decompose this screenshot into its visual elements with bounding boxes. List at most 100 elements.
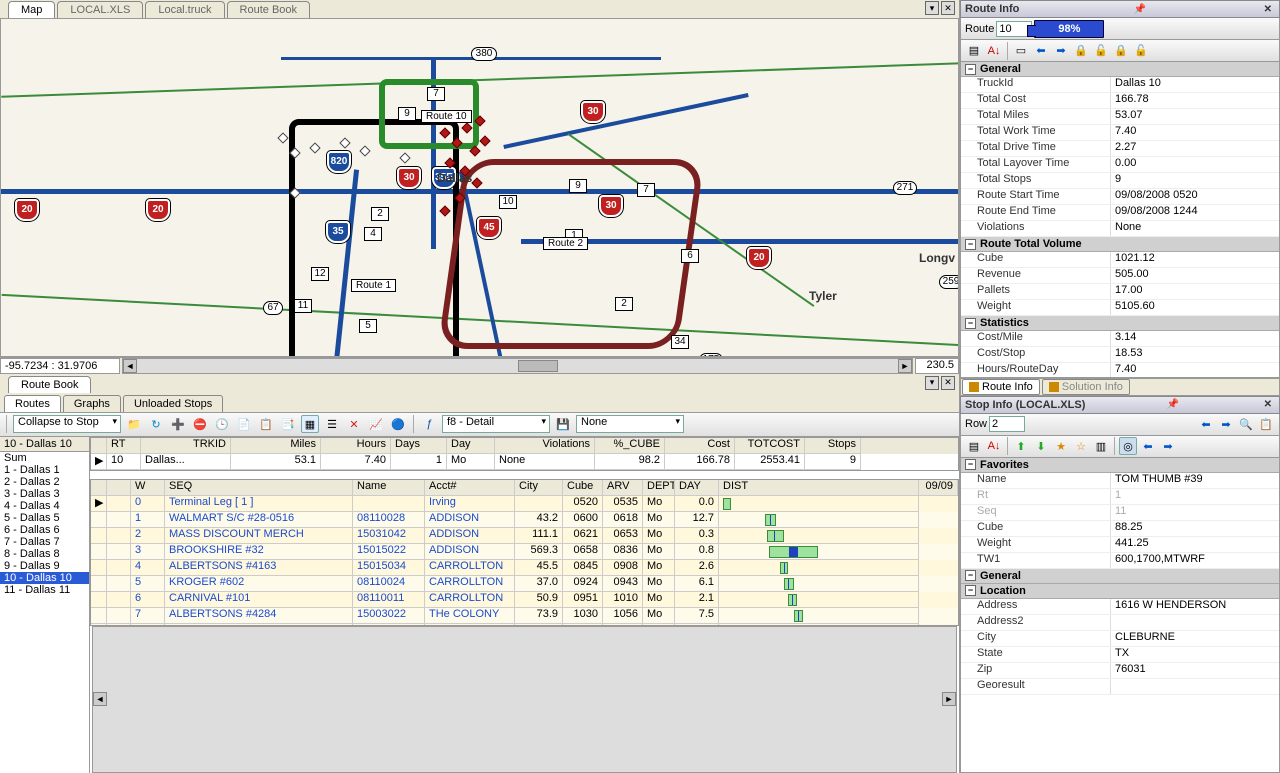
down-icon[interactable]: ⬇ bbox=[1032, 437, 1050, 455]
prop-row[interactable]: Weight441.25 bbox=[961, 537, 1279, 553]
prop-row[interactable]: Total Miles53.07 bbox=[961, 109, 1279, 125]
tab-route-info[interactable]: Route Info bbox=[962, 379, 1040, 395]
report-icon[interactable]: 📑 bbox=[279, 415, 297, 433]
prop-row[interactable]: ViolationsNone bbox=[961, 221, 1279, 237]
table-row[interactable]: 1WALMART S/C #28-051608110028ADDISON43.2… bbox=[91, 512, 958, 528]
prop-section[interactable]: −General bbox=[961, 569, 1279, 584]
route-list-item[interactable]: 4 - Dallas 4 bbox=[0, 500, 89, 512]
prop-row[interactable]: TruckIdDallas 10 bbox=[961, 77, 1279, 93]
remove-icon[interactable]: ⛔ bbox=[191, 415, 209, 433]
sort-icon[interactable]: A↓ bbox=[985, 437, 1003, 455]
pin-icon[interactable]: 📌 bbox=[1164, 399, 1182, 410]
col-header[interactable] bbox=[91, 438, 107, 454]
stop-marker[interactable]: 10 bbox=[499, 195, 517, 209]
prop-section[interactable]: −Favorites bbox=[961, 458, 1279, 473]
table-row[interactable]: 6CARNIVAL #10108110011CARROLLTON50.90951… bbox=[91, 592, 958, 608]
col-header[interactable]: RT bbox=[107, 438, 141, 454]
route-list-item[interactable]: Sum bbox=[0, 452, 89, 464]
prop-row[interactable]: Cube1021.12 bbox=[961, 252, 1279, 268]
save-icon[interactable]: 💾 bbox=[554, 415, 572, 433]
col-header[interactable]: Cube bbox=[563, 480, 603, 496]
stops-grid[interactable]: WSEQNameAcct#CityCubeARVDEPTDAYDIST09/09… bbox=[90, 479, 959, 626]
prop-row[interactable]: Cost/Stop18.53 bbox=[961, 347, 1279, 363]
col-header[interactable]: Name bbox=[353, 480, 425, 496]
prev-icon[interactable]: ⬅ bbox=[1032, 42, 1050, 60]
next-icon[interactable]: ➡ bbox=[1052, 42, 1070, 60]
col-header[interactable]: %_CUBE bbox=[595, 438, 665, 454]
prop-row[interactable]: Cost/Mile3.14 bbox=[961, 331, 1279, 347]
prev-icon[interactable]: ⬅ bbox=[1197, 415, 1215, 433]
prop-row[interactable]: Zip76031 bbox=[961, 663, 1279, 679]
folder-icon[interactable]: 📁 bbox=[125, 415, 143, 433]
route-list-item[interactable]: 11 - Dallas 11 bbox=[0, 584, 89, 596]
delete-icon[interactable]: ✕ bbox=[345, 415, 363, 433]
stop-marker[interactable]: 4 bbox=[364, 227, 382, 241]
none-select[interactable]: None bbox=[576, 415, 684, 433]
star-icon[interactable]: ★ bbox=[1052, 437, 1070, 455]
next-icon[interactable]: ➡ bbox=[1159, 437, 1177, 455]
fx-icon[interactable]: ƒ bbox=[420, 415, 438, 433]
col-header[interactable]: Hours bbox=[321, 438, 391, 454]
list-icon[interactable]: ☰ bbox=[323, 415, 341, 433]
tab-routebook[interactable]: Route Book bbox=[227, 1, 310, 18]
stop-marker[interactable]: 5 bbox=[359, 319, 377, 333]
prop-row[interactable]: Hours/RouteDay7.40 bbox=[961, 363, 1279, 378]
grid-scrollbar-h[interactable]: ◄ ► bbox=[92, 626, 957, 773]
scroll-right-icon[interactable]: ► bbox=[898, 359, 912, 373]
table-row[interactable]: 7ALBERTSONS #428415003022THe COLONY73.91… bbox=[91, 608, 958, 624]
prop-section[interactable]: −Location bbox=[961, 584, 1279, 599]
route-list-item[interactable]: 7 - Dallas 7 bbox=[0, 536, 89, 548]
col-header[interactable]: ARV bbox=[603, 480, 643, 496]
prop-row[interactable]: Total Stops9 bbox=[961, 173, 1279, 189]
prop-row[interactable]: Weight5105.60 bbox=[961, 300, 1279, 316]
scroll-left-icon[interactable]: ◄ bbox=[123, 359, 137, 373]
col-header[interactable]: SEQ bbox=[165, 480, 353, 496]
col-header[interactable]: Days bbox=[391, 438, 447, 454]
col-header[interactable]: Acct# bbox=[425, 480, 515, 496]
tab-routebook-lower[interactable]: Route Book bbox=[8, 376, 91, 393]
route-list-item[interactable]: 3 - Dallas 3 bbox=[0, 488, 89, 500]
subtab-unloaded[interactable]: Unloaded Stops bbox=[123, 395, 223, 412]
col-header[interactable] bbox=[107, 480, 131, 496]
route-list-item[interactable]: 1 - Dallas 1 bbox=[0, 464, 89, 476]
categorize-icon[interactable]: ▤ bbox=[965, 437, 983, 455]
close-icon[interactable]: ✕ bbox=[1261, 399, 1275, 410]
col-header[interactable]: DEPT bbox=[643, 480, 675, 496]
columns-icon[interactable]: ▥ bbox=[1092, 437, 1110, 455]
grid-icon[interactable]: ▦ bbox=[301, 415, 319, 433]
tab-map[interactable]: Map bbox=[8, 1, 55, 18]
tab-localxls[interactable]: LOCAL.XLS bbox=[57, 1, 143, 18]
prop-row[interactable]: Revenue505.00 bbox=[961, 268, 1279, 284]
prop-section[interactable]: −Statistics bbox=[961, 316, 1279, 331]
col-header[interactable]: DIST bbox=[719, 480, 919, 496]
col-header[interactable]: TOTCOST bbox=[735, 438, 805, 454]
stop-marker[interactable]: 11 bbox=[294, 299, 312, 313]
doc-icon[interactable]: 📄 bbox=[235, 415, 253, 433]
collapse-select[interactable]: Collapse to Stop bbox=[13, 415, 121, 433]
table-row[interactable]: 2MASS DISCOUNT MERCH15031042ADDISON111.1… bbox=[91, 528, 958, 544]
stop-marker[interactable]: 34 bbox=[671, 335, 689, 349]
stop-marker[interactable]: 9 bbox=[398, 107, 416, 121]
lock-icon[interactable]: 🔒 bbox=[1112, 42, 1130, 60]
route-list-item[interactable]: 9 - Dallas 9 bbox=[0, 560, 89, 572]
tab-solution-info[interactable]: Solution Info bbox=[1042, 379, 1130, 395]
page-icon[interactable]: ▭ bbox=[1012, 42, 1030, 60]
table-row[interactable]: 5KROGER #60208110024CARROLLTON37.0092409… bbox=[91, 576, 958, 592]
prop-row[interactable]: Route End Time09/08/2008 1244 bbox=[961, 205, 1279, 221]
star-remove-icon[interactable]: ☆ bbox=[1072, 437, 1090, 455]
prop-row[interactable]: Address2 bbox=[961, 615, 1279, 631]
search-icon[interactable]: 🔍 bbox=[1237, 415, 1255, 433]
prop-row[interactable]: Address1616 W HENDERSON bbox=[961, 599, 1279, 615]
next-icon[interactable]: ➡ bbox=[1217, 415, 1235, 433]
prop-row[interactable]: Total Cost166.78 bbox=[961, 93, 1279, 109]
prop-row[interactable]: Rt1 bbox=[961, 489, 1279, 505]
lock-icon[interactable]: 🔒 bbox=[1072, 42, 1090, 60]
prop-row[interactable]: Total Work Time7.40 bbox=[961, 125, 1279, 141]
stop-marker[interactable]: 7 bbox=[427, 87, 445, 101]
stop-marker[interactable]: 2 bbox=[371, 207, 389, 221]
stop-marker[interactable]: 12 bbox=[311, 267, 329, 281]
prop-section[interactable]: −Route Total Volume bbox=[961, 237, 1279, 252]
detail-select[interactable]: f8 - Detail bbox=[442, 415, 550, 433]
refresh-icon[interactable]: ↻ bbox=[147, 415, 165, 433]
stop-marker[interactable]: 7 bbox=[637, 183, 655, 197]
